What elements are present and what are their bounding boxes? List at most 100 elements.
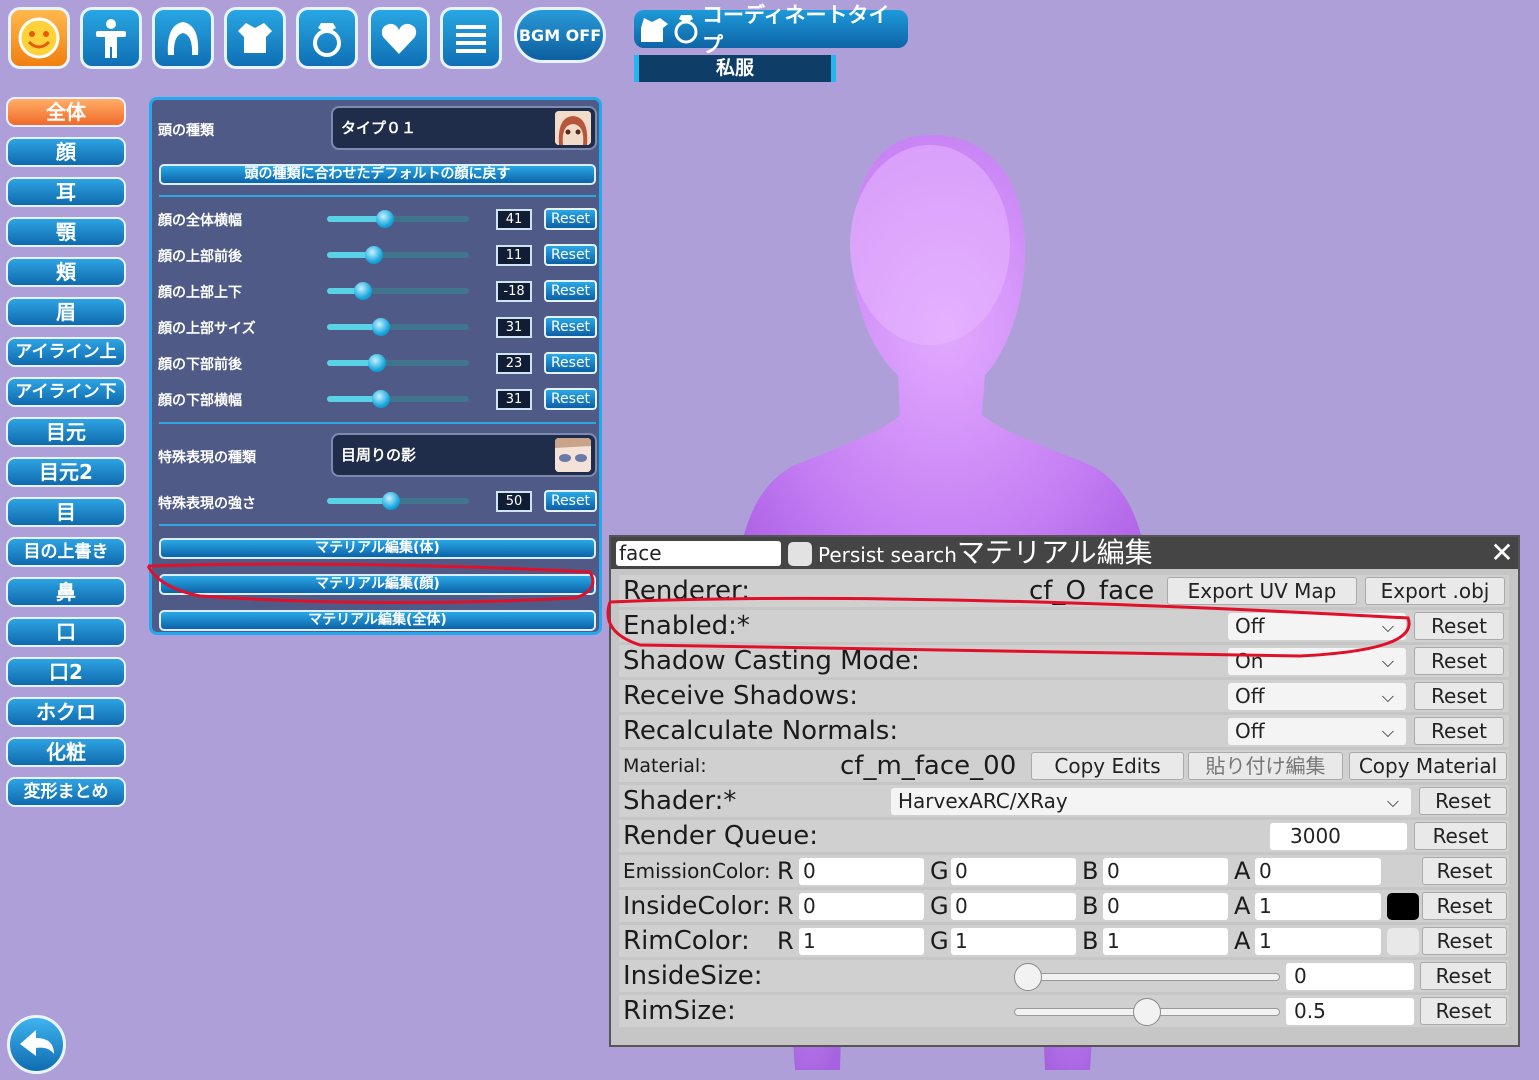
category-item[interactable]: 化粧 <box>6 737 126 767</box>
paste-edits-button[interactable]: 貼り付け編集 <box>1188 752 1343 780</box>
body-icon[interactable] <box>80 7 142 69</box>
shadow-casting-reset-button[interactable]: Reset <box>1414 647 1504 675</box>
export-uv-map-button[interactable]: Export UV Map <box>1167 577 1357 605</box>
inside-a-input[interactable]: 1 <box>1255 893 1381 920</box>
category-item[interactable]: アイライン上 <box>6 337 126 367</box>
slider-knob[interactable] <box>381 492 400 510</box>
slider-value[interactable]: -18 <box>496 281 532 302</box>
bgm-toggle-button[interactable]: BGM OFF <box>514 7 606 63</box>
category-item[interactable]: 顔 <box>6 137 126 167</box>
rim-r-input[interactable]: 1 <box>799 928 924 955</box>
enabled-dropdown[interactable]: Off ⌵ <box>1228 613 1406 640</box>
copy-edits-button[interactable]: Copy Edits <box>1031 752 1184 780</box>
slider-reset-button[interactable]: Reset <box>544 316 597 338</box>
face-slider[interactable] <box>327 354 469 372</box>
slider-value[interactable]: 23 <box>496 353 532 374</box>
material-search-input[interactable]: face <box>616 541 781 566</box>
close-icon[interactable]: ✕ <box>1489 539 1515 567</box>
rim-size-input[interactable]: 0.5 <box>1286 998 1414 1025</box>
emission-a-input[interactable]: 0 <box>1255 858 1381 885</box>
category-item[interactable]: 目元 <box>6 417 126 447</box>
emission-color-reset-button[interactable]: Reset <box>1422 857 1507 885</box>
shader-dropdown[interactable]: HarvexARC/XRay ⌵ <box>891 788 1411 815</box>
receive-shadows-dropdown[interactable]: Off ⌵ <box>1228 683 1406 710</box>
category-item[interactable]: 口2 <box>6 657 126 687</box>
inside-r-input[interactable]: 0 <box>799 893 924 920</box>
rim-a-input[interactable]: 1 <box>1255 928 1381 955</box>
slider-knob[interactable] <box>371 318 390 336</box>
slider-knob[interactable] <box>353 282 372 300</box>
persist-search-checkbox[interactable] <box>788 542 812 566</box>
face-slider[interactable] <box>327 282 469 300</box>
inside-size-slider-knob[interactable] <box>1014 963 1042 991</box>
emission-r-input[interactable]: 0 <box>799 858 924 885</box>
category-item[interactable]: アイライン下 <box>6 377 126 407</box>
category-item[interactable]: 耳 <box>6 177 126 207</box>
list-icon[interactable] <box>440 7 502 69</box>
rim-b-input[interactable]: 1 <box>1103 928 1228 955</box>
face-slider[interactable] <box>327 210 469 228</box>
coordinate-type-value[interactable]: 私服 <box>634 55 836 82</box>
default-face-button[interactable]: 頭の種類に合わせたデフォルトの顔に戻す <box>159 164 596 185</box>
special-type-selector[interactable]: 目周りの影 <box>331 433 597 477</box>
emission-b-input[interactable]: 0 <box>1103 858 1228 885</box>
slider-knob[interactable] <box>364 246 383 264</box>
ring-icon[interactable] <box>296 7 358 69</box>
back-button[interactable] <box>7 1015 66 1074</box>
slider-value[interactable]: 11 <box>496 245 532 266</box>
inside-b-input[interactable]: 0 <box>1103 893 1228 920</box>
inside-size-reset-button[interactable]: Reset <box>1420 962 1507 990</box>
material-edit-face-button[interactable]: マテリアル編集(顔) <box>159 574 596 595</box>
inside-size-input[interactable]: 0 <box>1286 963 1414 990</box>
slider-reset-button[interactable]: Reset <box>544 208 597 230</box>
slider-value[interactable]: 31 <box>496 317 532 338</box>
rim-g-input[interactable]: 1 <box>951 928 1076 955</box>
heart-icon[interactable] <box>368 7 430 69</box>
slider-reset-button[interactable]: Reset <box>544 280 597 302</box>
outfit-icon[interactable] <box>224 7 286 69</box>
rim-color-swatch[interactable] <box>1387 928 1419 955</box>
slider-value[interactable]: 31 <box>496 389 532 410</box>
inside-g-input[interactable]: 0 <box>951 893 1076 920</box>
special-strength-value[interactable]: 50 <box>496 491 532 512</box>
receive-shadows-reset-button[interactable]: Reset <box>1414 682 1504 710</box>
render-queue-reset-button[interactable]: Reset <box>1414 822 1507 850</box>
smiley-icon[interactable] <box>8 7 70 69</box>
category-item[interactable]: 口 <box>6 617 126 647</box>
slider-reset-button[interactable]: Reset <box>544 244 597 266</box>
recalculate-normals-dropdown[interactable]: Off ⌵ <box>1228 718 1406 745</box>
slider-knob[interactable] <box>367 354 386 372</box>
category-item[interactable]: 頬 <box>6 257 126 287</box>
slider-knob[interactable] <box>371 390 390 408</box>
head-type-selector[interactable]: タイプ０１ <box>331 106 597 150</box>
category-item[interactable]: 顎 <box>6 217 126 247</box>
category-item[interactable]: 全体 <box>6 97 126 127</box>
shader-reset-button[interactable]: Reset <box>1419 787 1507 815</box>
inside-size-slider[interactable] <box>1014 973 1280 981</box>
slider-value[interactable]: 41 <box>496 209 532 230</box>
category-item[interactable]: 目の上書き <box>6 537 126 567</box>
inside-color-swatch[interactable] <box>1387 893 1419 920</box>
category-item[interactable]: 目元2 <box>6 457 126 487</box>
special-strength-reset-button[interactable]: Reset <box>544 490 597 512</box>
category-item[interactable]: 変形まとめ <box>6 777 126 807</box>
category-item[interactable]: ホクロ <box>6 697 126 727</box>
recalculate-normals-reset-button[interactable]: Reset <box>1414 717 1504 745</box>
slider-reset-button[interactable]: Reset <box>544 388 597 410</box>
enabled-reset-button[interactable]: Reset <box>1414 612 1504 640</box>
material-edit-all-button[interactable]: マテリアル編集(全体) <box>159 610 596 631</box>
slider-reset-button[interactable]: Reset <box>544 352 597 374</box>
slider-knob[interactable] <box>376 210 395 228</box>
category-item[interactable]: 眉 <box>6 297 126 327</box>
face-slider[interactable] <box>327 390 469 408</box>
rim-color-reset-button[interactable]: Reset <box>1422 927 1507 955</box>
category-item[interactable]: 鼻 <box>6 577 126 607</box>
face-slider[interactable] <box>327 246 469 264</box>
material-edit-body-button[interactable]: マテリアル編集(体) <box>159 538 596 559</box>
copy-material-button[interactable]: Copy Material <box>1349 752 1507 780</box>
render-queue-input[interactable]: 3000 <box>1270 823 1407 850</box>
rim-size-slider-knob[interactable] <box>1133 998 1161 1026</box>
rim-size-reset-button[interactable]: Reset <box>1420 997 1507 1025</box>
shadow-casting-dropdown[interactable]: On ⌵ <box>1228 648 1406 675</box>
inside-color-reset-button[interactable]: Reset <box>1422 892 1507 920</box>
